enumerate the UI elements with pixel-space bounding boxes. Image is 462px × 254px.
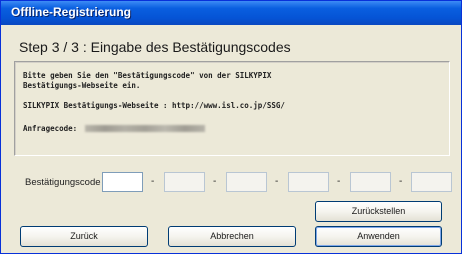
code-separator: - bbox=[337, 176, 341, 187]
code-separator: - bbox=[151, 176, 155, 187]
title-bar[interactable]: Offline-Registrierung bbox=[1, 1, 461, 25]
code-field-6[interactable] bbox=[411, 172, 452, 192]
confirmation-website-line: SILKYPIX Bestätigungs-Webseite : http://… bbox=[23, 101, 285, 110]
code-field-3[interactable] bbox=[226, 172, 267, 192]
request-code-label: Anfragecode: bbox=[23, 124, 78, 133]
code-separator: - bbox=[275, 176, 279, 187]
instruction-line-2: Bestätigungs-Webseite ein. bbox=[23, 81, 141, 90]
instruction-line-1: Bitte geben Sie den "Bestätigungscode" v… bbox=[23, 71, 272, 80]
code-field-1[interactable] bbox=[102, 172, 143, 192]
step-title: Step 3 / 3 : Eingabe des Bestätigungscod… bbox=[19, 39, 291, 55]
offline-registration-window: Offline-Registrierung Step 3 / 3 : Einga… bbox=[0, 0, 462, 254]
code-separator: - bbox=[213, 176, 217, 187]
cancel-button[interactable]: Abbrechen bbox=[168, 226, 296, 247]
code-field-4[interactable] bbox=[288, 172, 329, 192]
instruction-box: Bitte geben Sie den "Bestätigungscode" v… bbox=[14, 61, 450, 156]
window-title: Offline-Registrierung bbox=[11, 5, 132, 19]
code-field-5[interactable] bbox=[350, 172, 391, 192]
reset-button[interactable]: Zurückstellen bbox=[315, 201, 442, 222]
apply-button[interactable]: Anwenden bbox=[315, 226, 442, 247]
back-button[interactable]: Zurück bbox=[20, 226, 148, 247]
request-code-value-redacted bbox=[85, 125, 205, 132]
code-separator: - bbox=[399, 176, 403, 187]
code-field-2[interactable] bbox=[164, 172, 205, 192]
confirmation-code-label: Bestätigungscode bbox=[25, 177, 101, 188]
